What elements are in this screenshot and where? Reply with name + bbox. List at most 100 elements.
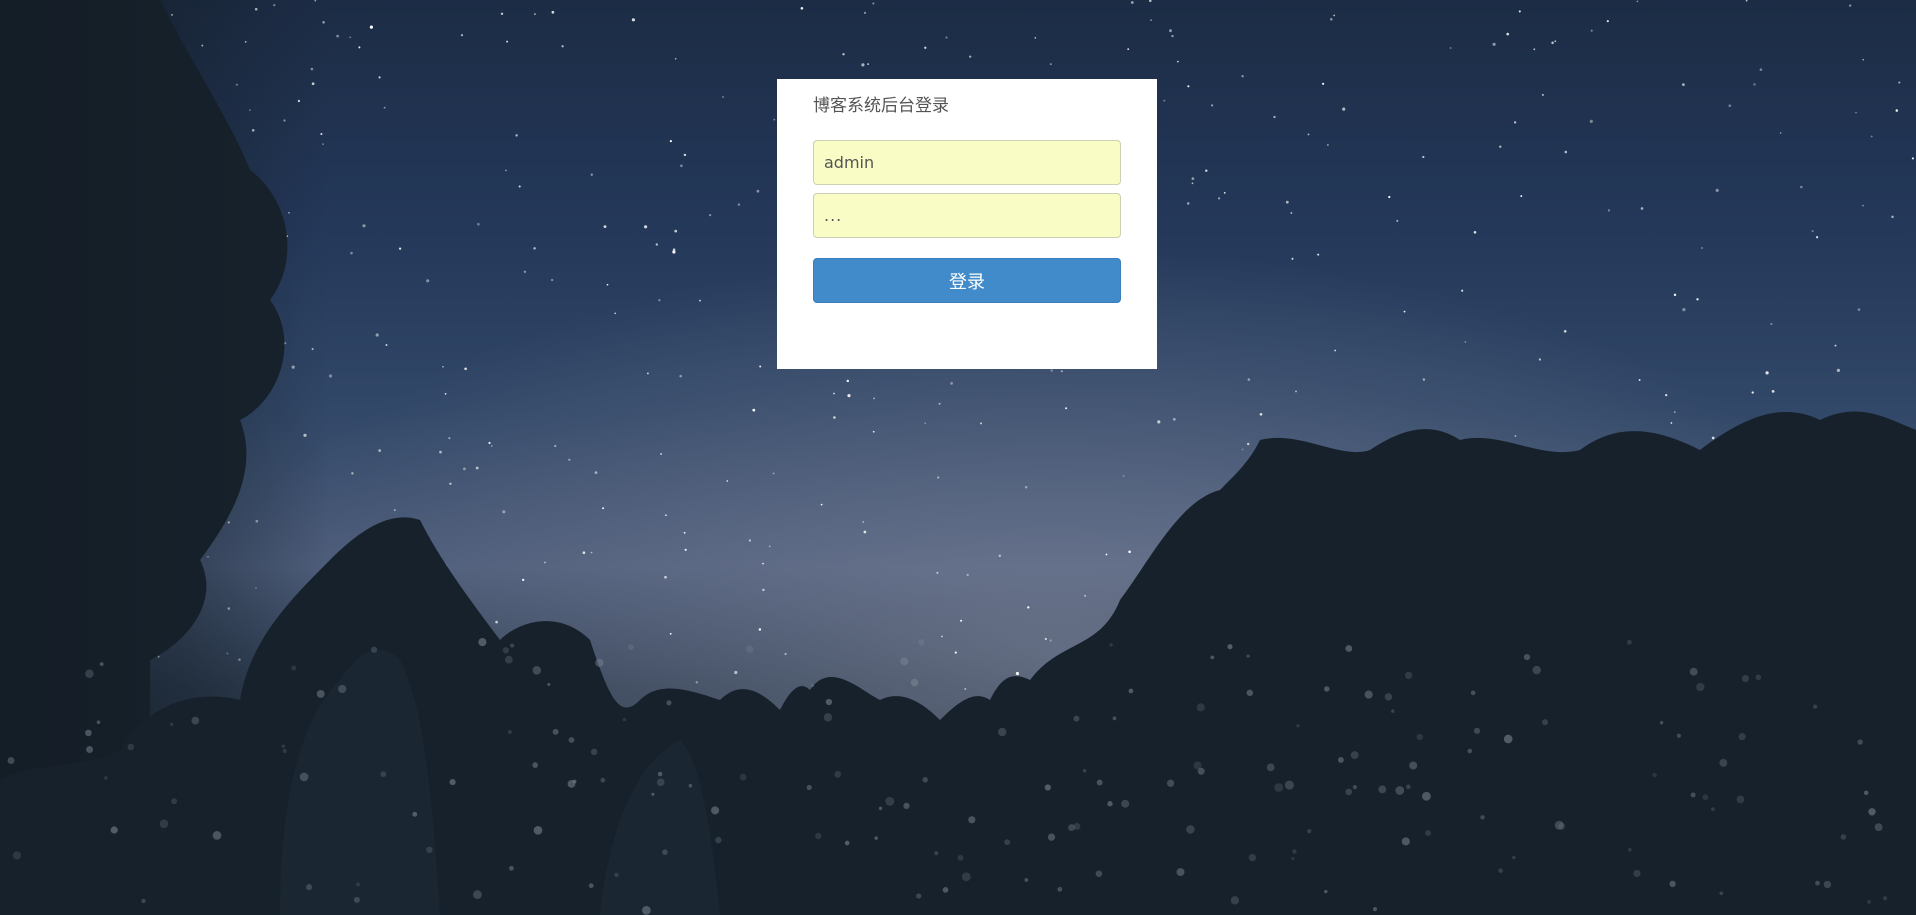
bokeh-light <box>171 798 178 805</box>
bokeh-light <box>1473 727 1481 734</box>
login-button[interactable]: 登录 <box>813 258 1121 303</box>
bokeh-light <box>299 772 309 782</box>
bokeh-light <box>825 698 833 706</box>
bokeh-light <box>1409 761 1418 770</box>
star <box>772 472 775 475</box>
bokeh-light <box>504 655 513 664</box>
star <box>1128 550 1131 554</box>
star <box>1696 298 1699 301</box>
star <box>1049 63 1052 66</box>
star <box>351 472 354 475</box>
star <box>506 40 509 43</box>
star <box>1223 192 1226 194</box>
bokeh-light <box>1719 758 1728 767</box>
star <box>1589 119 1593 123</box>
star <box>449 482 452 485</box>
star <box>1670 422 1673 424</box>
star <box>1811 230 1814 233</box>
bokeh-light <box>1121 799 1130 808</box>
bokeh-light <box>1523 653 1531 661</box>
password-field[interactable] <box>813 193 1121 238</box>
username-field[interactable] <box>813 140 1121 185</box>
bokeh-light <box>1512 855 1516 860</box>
star <box>582 551 586 555</box>
bokeh-light <box>642 906 651 915</box>
bokeh-light <box>874 836 878 840</box>
bokeh-light <box>806 784 812 791</box>
star <box>1422 155 1425 159</box>
star <box>833 392 835 395</box>
star <box>748 539 752 542</box>
bokeh-light <box>96 720 101 725</box>
star <box>1171 34 1174 38</box>
bokeh-light <box>715 836 722 844</box>
star <box>708 213 712 217</box>
star <box>1461 289 1464 292</box>
star <box>937 476 940 479</box>
star <box>726 480 729 482</box>
star <box>674 57 677 60</box>
bokeh-light <box>1284 780 1294 790</box>
star <box>1307 133 1310 136</box>
bokeh-light <box>159 819 169 829</box>
bokeh-light <box>7 757 15 765</box>
bokeh-light <box>1868 808 1876 816</box>
star <box>1241 75 1244 78</box>
star <box>550 278 554 282</box>
bokeh-light <box>99 662 104 666</box>
bokeh-light <box>588 883 594 889</box>
bokeh-light <box>815 832 822 840</box>
bokeh-light <box>916 893 922 899</box>
bokeh-light <box>85 729 92 737</box>
bokeh-light <box>1024 877 1029 883</box>
star <box>1065 407 1068 410</box>
star <box>784 652 787 656</box>
star <box>800 7 804 10</box>
star <box>1247 378 1251 381</box>
star <box>1682 308 1686 312</box>
star <box>669 632 672 635</box>
star <box>350 251 353 255</box>
bokeh-light <box>1736 795 1745 804</box>
bokeh-light <box>316 689 325 698</box>
star <box>734 670 738 675</box>
star <box>695 681 698 684</box>
bokeh-light <box>1710 807 1715 811</box>
star <box>590 551 593 554</box>
star <box>1105 553 1108 556</box>
star <box>867 63 870 66</box>
bokeh-light <box>942 887 949 893</box>
star <box>1701 247 1703 249</box>
bokeh-light <box>834 770 842 778</box>
bokeh-light <box>1404 671 1413 680</box>
star <box>488 441 491 445</box>
bokeh-light <box>1405 784 1411 790</box>
star <box>614 312 617 315</box>
star <box>683 531 686 534</box>
bokeh-light <box>918 639 925 646</box>
star <box>442 365 444 368</box>
bokeh-light <box>1047 833 1056 841</box>
star <box>1673 293 1677 297</box>
bokeh-light <box>86 746 94 753</box>
star <box>1422 378 1426 381</box>
bokeh-light <box>306 884 313 891</box>
star <box>941 635 943 638</box>
star <box>1342 107 1346 111</box>
bokeh-light <box>1073 822 1081 830</box>
bokeh-light <box>903 802 910 810</box>
bokeh-light <box>1196 703 1205 712</box>
star <box>1191 182 1194 185</box>
bokeh-light <box>878 806 883 811</box>
bokeh-light <box>472 890 482 900</box>
bokeh-light <box>1883 896 1887 901</box>
bokeh-light <box>502 647 510 654</box>
star <box>924 422 927 425</box>
star <box>1800 185 1803 189</box>
star <box>1638 379 1641 381</box>
star <box>1122 475 1125 477</box>
star <box>863 530 867 534</box>
bokeh-light <box>191 716 200 725</box>
star <box>936 571 939 574</box>
star <box>1753 83 1756 86</box>
